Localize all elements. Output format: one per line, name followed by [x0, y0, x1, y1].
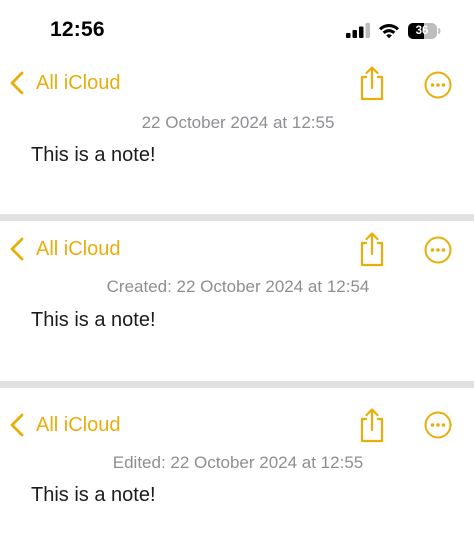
back-button[interactable]: All iCloud: [8, 68, 120, 98]
more-options-icon[interactable]: [424, 71, 452, 99]
chevron-left-icon: [10, 237, 24, 261]
note-view-1: All iCloud 22 October 2024 at 12:55 This…: [0, 62, 474, 214]
status-bar: 12:56 36: [0, 0, 474, 62]
cellular-signal-icon: [346, 23, 370, 38]
note-edited-date: Edited: 22 October 2024 at 12:55: [112, 453, 364, 472]
chevron-left-icon: [10, 71, 24, 95]
notes-comparison-screen: 12:56 36 All iCloud 22 October 2024 at 1…: [0, 0, 474, 547]
note-body[interactable]: This is a note!: [31, 309, 156, 332]
status-time: 12:56: [50, 18, 105, 41]
battery-level-text: 36: [415, 25, 429, 37]
section-divider: [0, 381, 474, 388]
more-options-icon[interactable]: [424, 411, 452, 439]
back-button[interactable]: All iCloud: [8, 234, 120, 264]
share-icon[interactable]: [358, 231, 386, 267]
share-icon[interactable]: [358, 65, 386, 101]
note-date: 22 October 2024 at 12:55: [141, 113, 335, 132]
note-created-date: Created: 22 October 2024 at 12:54: [106, 277, 370, 296]
back-label: All iCloud: [36, 237, 121, 260]
note-body[interactable]: This is a note!: [31, 144, 156, 167]
back-label: All iCloud: [36, 71, 121, 94]
back-button[interactable]: All iCloud: [8, 410, 120, 440]
wifi-icon: [379, 23, 399, 39]
note-view-2: All iCloud Created: 22 October 2024 at 1…: [0, 221, 474, 381]
note-body[interactable]: This is a note!: [31, 484, 156, 507]
note-view-3: All iCloud Edited: 22 October 2024 at 12…: [0, 388, 474, 547]
chevron-left-icon: [10, 413, 24, 437]
share-icon[interactable]: [358, 407, 386, 443]
section-divider: [0, 214, 474, 221]
more-options-icon[interactable]: [424, 236, 452, 264]
back-label: All iCloud: [36, 413, 121, 436]
